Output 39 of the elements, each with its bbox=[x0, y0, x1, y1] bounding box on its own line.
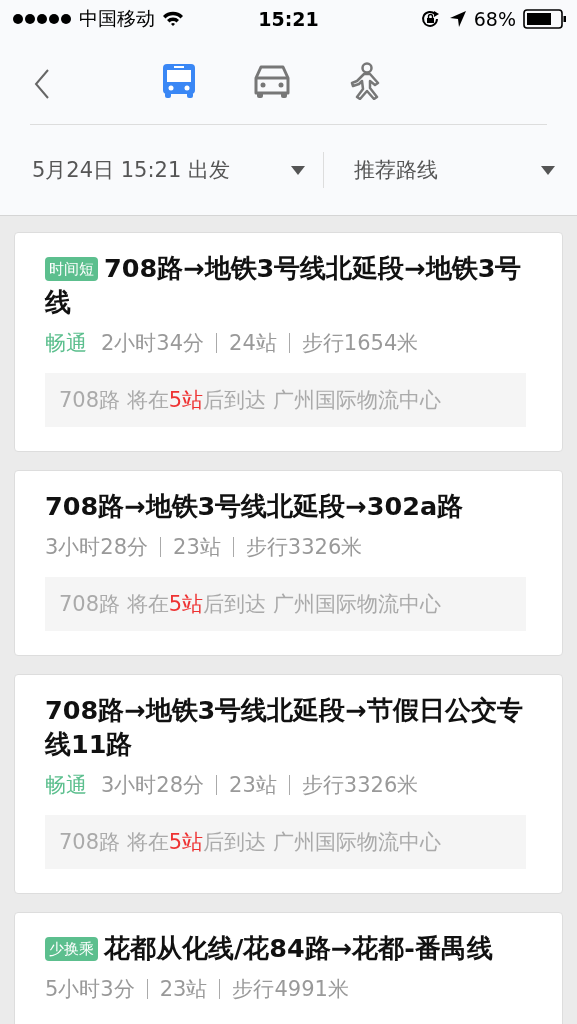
route-stat: 3小时28分 bbox=[101, 772, 206, 799]
route-title: 时间短 708路→地铁3号线北延段→地铁3号线 bbox=[45, 252, 523, 319]
carrier-name: 中国移动 bbox=[79, 6, 155, 31]
battery-percent: 68% bbox=[473, 8, 516, 30]
arrival-notice: 708路 将在5站后到达 广州国际物流中心 bbox=[45, 373, 526, 427]
route-card[interactable]: 708路→地铁3号线北延段→302a路 3小时28分 23站 步行3326米 708路 将在5站后到达 广州国际物流中心 bbox=[14, 470, 563, 656]
signal-icon bbox=[12, 13, 72, 25]
route-stat: 步行4991米 bbox=[219, 979, 361, 999]
route-stat: 5小时3分 bbox=[45, 976, 136, 1003]
caret-icon bbox=[541, 165, 555, 175]
departure-time-dropdown[interactable]: 5月24日 15:21 出发 bbox=[32, 152, 324, 188]
arrival-notice: 708路 将在5站后到达 广州国际物流中心 bbox=[45, 815, 526, 869]
walk-tab[interactable] bbox=[348, 62, 382, 100]
route-sort-dropdown[interactable]: 推荐路线 bbox=[324, 152, 555, 188]
arrival-notice: 708路 将在5站后到达 广州国际物流中心 bbox=[45, 577, 526, 631]
location-arrow-icon bbox=[448, 10, 467, 28]
route-stat: 步行3326米 bbox=[288, 775, 431, 795]
clock-time: 15:21 bbox=[258, 8, 319, 30]
caret-icon bbox=[291, 165, 305, 175]
route-stat: 步行3326米 bbox=[232, 537, 375, 557]
route-card[interactable]: 时间短 708路→地铁3号线北延段→地铁3号线 畅通 2小时34分 24站 步行1654米 708路 将在5站后到达 广州国际物流中心 bbox=[14, 232, 563, 452]
car-tab[interactable] bbox=[252, 63, 292, 99]
battery-icon bbox=[523, 9, 567, 29]
route-stat: 3小时28分 bbox=[45, 534, 150, 561]
route-title: 708路→地铁3号线北延段→节假日公交专线11路 bbox=[45, 694, 524, 761]
route-stat: 23站 bbox=[216, 775, 289, 795]
route-stat: 24站 bbox=[216, 333, 289, 353]
route-stat: 步行1654米 bbox=[288, 333, 431, 353]
traffic-status: 畅通 bbox=[45, 772, 87, 799]
route-stat: 23站 bbox=[160, 537, 233, 557]
wifi-icon bbox=[162, 11, 184, 27]
route-title: 少换乘 花都从化线/花84路→花都-番禺线 bbox=[45, 931, 526, 965]
route-card[interactable]: 708路→地铁3号线北延段→节假日公交专线11路 畅通 3小时28分 23站 步行3326米 708路 将在5站后到达 广州国际物流中心 bbox=[14, 674, 563, 894]
bus-tab[interactable] bbox=[162, 63, 196, 99]
route-title: 708路→地铁3号线北延段→302a路 bbox=[45, 490, 465, 523]
route-stat: 23站 bbox=[146, 979, 220, 999]
route-stat: 2小时34分 bbox=[101, 330, 206, 357]
route-card[interactable]: 少换乘 花都从化线/花84路→花都-番禺线 5小时3分 23站 步行4991米 bbox=[14, 912, 563, 1024]
traffic-status: 畅通 bbox=[45, 330, 87, 357]
